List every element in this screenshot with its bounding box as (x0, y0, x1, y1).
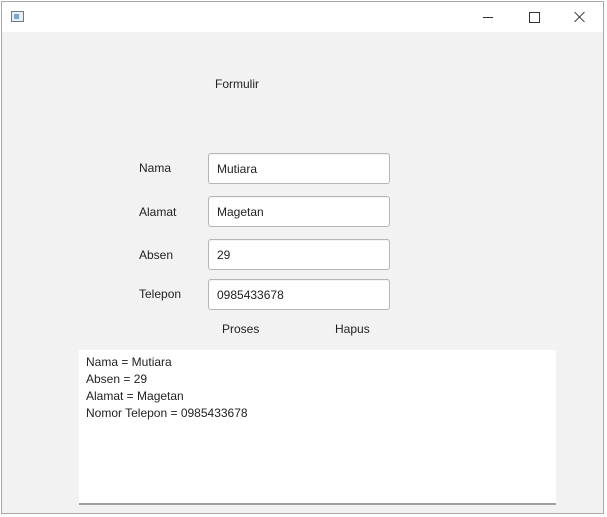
absen-label: Absen (139, 248, 174, 262)
close-button[interactable] (557, 2, 603, 32)
alamat-field[interactable] (208, 196, 390, 227)
nama-label: Nama (139, 161, 172, 175)
hapus-button[interactable]: Hapus (335, 322, 370, 336)
telepon-field[interactable] (208, 279, 390, 310)
close-icon (574, 11, 586, 23)
app-icon (11, 11, 24, 22)
nama-field[interactable] (208, 153, 390, 184)
output-line: Alamat = Magetan (86, 389, 184, 403)
form-title: Formulir (215, 77, 259, 91)
app-window: Formulir Nama Alamat Absen Telepon Prose… (1, 1, 604, 514)
output-text-area[interactable]: Nama = Mutiara Absen = 29 Alamat = Maget… (79, 350, 556, 505)
proses-button[interactable]: Proses (222, 322, 259, 336)
maximize-icon (528, 11, 540, 23)
telepon-label: Telepon (139, 287, 182, 301)
output-line: Absen = 29 (86, 372, 148, 386)
minimize-icon (483, 16, 493, 18)
title-bar[interactable] (2, 2, 603, 32)
output-line: Nama = Mutiara (86, 355, 172, 369)
minimize-button[interactable] (465, 2, 511, 32)
alamat-label: Alamat (139, 205, 177, 219)
output-line: Nomor Telepon = 0985433678 (86, 406, 248, 420)
maximize-button[interactable] (511, 2, 557, 32)
absen-field[interactable] (208, 239, 390, 270)
